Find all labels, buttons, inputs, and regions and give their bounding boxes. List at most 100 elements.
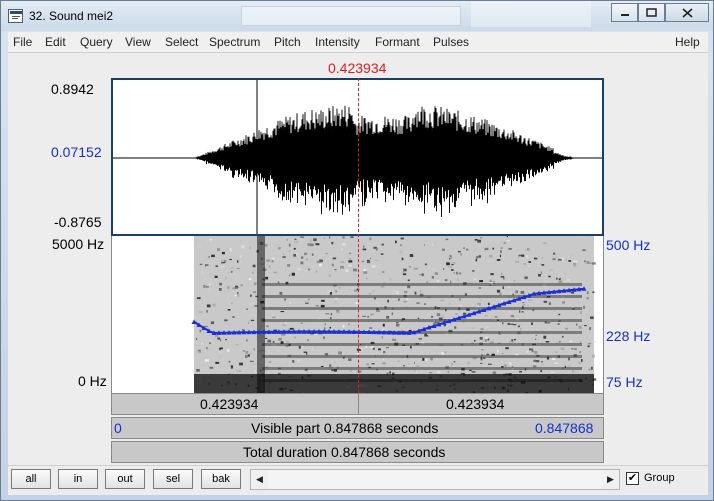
spectrogram-cell bbox=[522, 302, 525, 303]
spectrogram-cell bbox=[227, 348, 230, 352]
spectrogram-cell bbox=[229, 258, 232, 261]
scroll-left-icon[interactable]: ◀ bbox=[251, 470, 268, 489]
spectrogram-cell bbox=[418, 274, 422, 276]
maximize-icon[interactable] bbox=[638, 3, 665, 22]
background-window-ghost-2 bbox=[471, 1, 591, 27]
spectrogram-cell bbox=[467, 361, 471, 365]
spectrogram-cell bbox=[204, 265, 207, 267]
menu-view[interactable]: View bbox=[125, 35, 151, 49]
spectrogram-cell bbox=[291, 272, 295, 276]
spectrogram-cell bbox=[348, 264, 352, 267]
spectrogram-cell bbox=[198, 245, 201, 248]
spectrogram-cell bbox=[418, 338, 422, 340]
zoom-back-button[interactable]: bak bbox=[201, 469, 241, 489]
spectrogram-cell bbox=[505, 347, 509, 350]
spectrogram-cell bbox=[515, 290, 518, 294]
spectrogram-cell bbox=[449, 258, 451, 260]
menu-pitch[interactable]: Pitch bbox=[274, 35, 301, 49]
menu-edit[interactable]: Edit bbox=[45, 35, 66, 49]
spectrogram-cell bbox=[206, 347, 208, 350]
spectrogram-cell bbox=[486, 353, 490, 356]
scroll-right-icon[interactable]: ▶ bbox=[602, 470, 619, 489]
spectrogram-cell bbox=[461, 244, 464, 246]
spectrogram-cell bbox=[205, 325, 208, 328]
spectrogram-cell bbox=[252, 271, 254, 274]
spectrogram-cell bbox=[196, 297, 201, 300]
title-bar[interactable]: 32. Sound mei2 bbox=[1, 1, 713, 31]
spectrogram-cell bbox=[414, 362, 415, 364]
spectrogram-cell bbox=[441, 315, 445, 318]
menu-query[interactable]: Query bbox=[80, 35, 113, 49]
spectrogram-cell bbox=[278, 278, 281, 281]
spectrogram-cell bbox=[195, 350, 199, 354]
selection-time-bar[interactable]: 0.423934 0.423934 bbox=[111, 393, 604, 415]
spectrogram-cell bbox=[460, 253, 463, 256]
spectrogram-cell bbox=[330, 313, 333, 316]
spectrogram-cell bbox=[576, 323, 578, 326]
spectrogram-cell bbox=[217, 248, 220, 251]
spectrogram-cell bbox=[265, 244, 268, 247]
spectrogram-cell bbox=[538, 274, 541, 277]
spectrogram-cell bbox=[294, 241, 298, 243]
spectrogram-cell bbox=[198, 310, 203, 313]
spectrogram-cell bbox=[565, 327, 569, 330]
spectrogram-cell bbox=[424, 358, 428, 362]
menu-intensity[interactable]: Intensity bbox=[315, 35, 360, 49]
time-scrollbar[interactable]: ◀ ▶ bbox=[250, 469, 620, 490]
spectrogram-cell bbox=[219, 339, 222, 342]
zoom-in-button[interactable]: in bbox=[58, 469, 98, 489]
spectrogram-cell bbox=[348, 323, 350, 326]
spectrogram-cell bbox=[362, 315, 366, 317]
spectrogram-cell bbox=[286, 340, 290, 343]
minimize-icon[interactable] bbox=[611, 3, 638, 22]
spectrogram-cell bbox=[429, 372, 433, 374]
spectrogram-cell bbox=[294, 238, 297, 240]
spectrogram-harmonic-band bbox=[262, 319, 582, 322]
spectrogram-cell bbox=[206, 304, 211, 308]
spectrogram-cell bbox=[458, 272, 462, 275]
all-button[interactable]: all bbox=[11, 469, 51, 489]
close-icon[interactable] bbox=[665, 3, 709, 22]
zoom-selection-button[interactable]: sel bbox=[153, 469, 193, 489]
spectrogram-cell bbox=[329, 292, 332, 295]
spectrogram-cell bbox=[547, 322, 551, 324]
visible-part-bar[interactable]: Visible part 0.847868 seconds bbox=[111, 417, 604, 439]
spectrogram-cell bbox=[239, 362, 243, 366]
spectrogram-cell bbox=[341, 243, 346, 246]
spectrogram-cell bbox=[382, 328, 385, 331]
menu-select[interactable]: Select bbox=[165, 35, 198, 49]
spectrogram-cell bbox=[301, 256, 304, 259]
spectrogram-cell bbox=[543, 300, 548, 303]
menu-formant[interactable]: Formant bbox=[375, 35, 420, 49]
spectrogram-cell bbox=[359, 349, 361, 351]
zoom-out-button[interactable]: out bbox=[105, 469, 145, 489]
spectrogram-cell bbox=[376, 309, 380, 312]
spectrogram-cell bbox=[234, 294, 238, 297]
spectrogram-cell bbox=[296, 252, 299, 256]
spectrogram-cell bbox=[240, 284, 243, 287]
menu-help[interactable]: Help bbox=[675, 35, 700, 49]
spectrogram-cell bbox=[479, 337, 483, 340]
menu-file[interactable]: File bbox=[13, 35, 32, 49]
spectrogram-cell bbox=[345, 269, 349, 272]
spectrogram-cell bbox=[381, 243, 384, 246]
spectrogram-cell bbox=[573, 264, 577, 267]
spectrogram-cell bbox=[552, 258, 556, 261]
spectrogram-cell bbox=[515, 261, 520, 263]
group-checkbox[interactable]: ✔ bbox=[626, 472, 639, 485]
spectrogram-cell bbox=[304, 252, 308, 255]
spectrogram-cell bbox=[579, 311, 583, 314]
spectrogram-cell bbox=[271, 260, 274, 263]
praat-app-icon bbox=[8, 9, 23, 23]
spectrogram-cell bbox=[395, 300, 398, 302]
spectrogram-cell bbox=[321, 299, 325, 302]
spectrogram-cell bbox=[519, 370, 522, 373]
spectrogram-cell bbox=[338, 347, 340, 351]
spectrogram-cell bbox=[218, 356, 222, 360]
spectrogram-cell bbox=[348, 358, 352, 361]
menu-pulses[interactable]: Pulses bbox=[433, 35, 469, 49]
total-duration-bar[interactable]: Total duration 0.847868 seconds bbox=[111, 441, 604, 463]
menu-spectrum[interactable]: Spectrum bbox=[209, 35, 260, 49]
menu-bar: File Edit Query View Select Spectrum Pit… bbox=[8, 32, 708, 53]
spectrogram-cell bbox=[323, 336, 325, 340]
